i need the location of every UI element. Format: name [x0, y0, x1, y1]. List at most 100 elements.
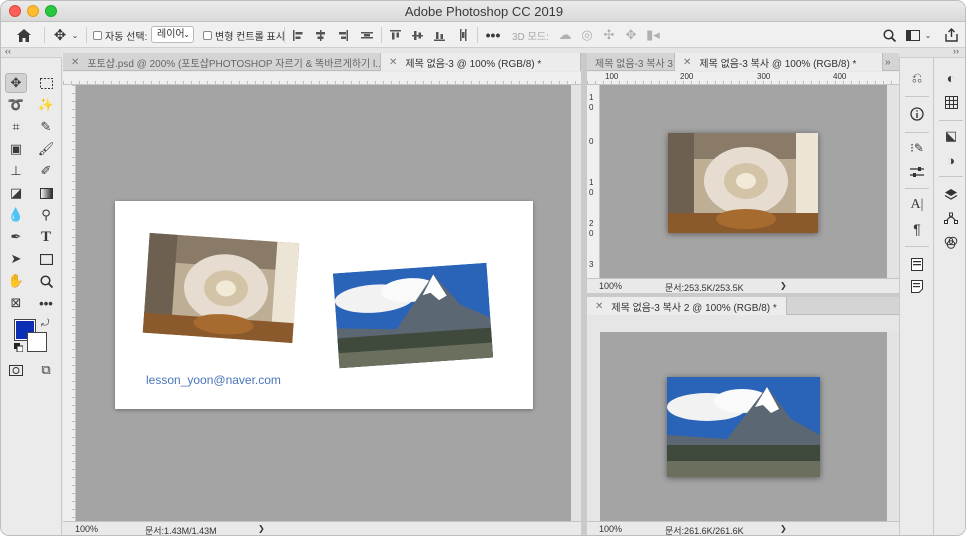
zoom-level[interactable]: 100%	[75, 524, 98, 534]
background-color-swatch[interactable]	[27, 332, 47, 352]
right-top-vertical-ruler[interactable]: 1 0 0 1 0 2 0 3	[587, 85, 600, 278]
ruler-tick-label: 1	[589, 178, 594, 187]
close-tab-icon[interactable]: ✕	[683, 57, 691, 68]
align-vertical-center-icon[interactable]	[410, 27, 424, 43]
edit-toolbar-icon[interactable]: •••	[35, 293, 57, 313]
right-top-horizontal-ruler[interactable]: 100 200 300 400	[587, 72, 899, 85]
auto-select-label: 자동 선택:	[105, 31, 148, 43]
layers-panel-icon[interactable]	[941, 184, 961, 204]
horizontal-ruler[interactable]	[63, 72, 581, 85]
align-right-icon[interactable]	[335, 27, 349, 43]
right-top-canvas-area[interactable]	[600, 85, 887, 278]
type-tool-button[interactable]: T	[35, 227, 57, 247]
healing-brush-tool-button[interactable]: ▣	[5, 139, 27, 159]
align-bottom-icon[interactable]	[432, 27, 446, 43]
quick-mask-icon[interactable]	[5, 360, 27, 380]
clone-stamp-tool-button[interactable]: ⊥	[5, 161, 27, 181]
right-bottom-scrollbar[interactable]	[887, 332, 899, 521]
vertical-ruler[interactable]	[63, 85, 76, 521]
transform-controls-checkbox[interactable]: 변형 컨트롤 표시	[203, 22, 285, 48]
overflow-icon: »	[885, 56, 891, 68]
properties-panel-icon[interactable]	[907, 254, 927, 274]
close-tab-icon[interactable]: ✕	[595, 301, 603, 312]
rectangle-tool-button[interactable]	[35, 249, 57, 269]
right-top-tab-bar: 제목 없음-3 복사 3 ✕ 제목 없음-3 복사 @ 100% (RGB/8) …	[587, 53, 899, 71]
distribute-icon[interactable]	[359, 27, 375, 43]
search-icon[interactable]	[880, 25, 898, 45]
paths-panel-icon[interactable]	[941, 208, 961, 228]
move-tool-icon[interactable]: ✥	[51, 25, 69, 45]
frame-tool-button[interactable]: ⊠	[5, 293, 27, 313]
tab-untitled-3-copy[interactable]: ✕ 제목 없음-3 복사 @ 100% (RGB/8) *	[675, 53, 883, 71]
eraser-tool-button[interactable]: ◪	[5, 183, 27, 203]
align-top-icon[interactable]	[388, 27, 402, 43]
info-panel-icon[interactable]	[907, 104, 927, 124]
status-menu-arrow[interactable]: ❯	[258, 524, 265, 533]
3d-roll-icon[interactable]: ◎	[578, 26, 596, 44]
color-panel-icon[interactable]: ◐	[941, 68, 961, 88]
libraries-panel-icon[interactable]: ⬕	[941, 126, 961, 146]
zoom-tool-button[interactable]	[35, 271, 57, 291]
default-colors-icon[interactable]	[14, 343, 24, 353]
notes-panel-icon[interactable]	[907, 276, 927, 296]
tab-overflow-button[interactable]: »	[883, 53, 899, 71]
align-horizontal-center-icon[interactable]	[313, 27, 327, 43]
right-top-status-bar: 100% 문서:253.5K/253.5K ❯	[587, 278, 899, 293]
tab-untitled-3-copy-3[interactable]: 제목 없음-3 복사 3	[587, 53, 675, 71]
panels-collapse-strip[interactable]: ››	[899, 46, 965, 58]
align-left-icon[interactable]	[291, 27, 305, 43]
history-panel-icon[interactable]: ⎌	[907, 68, 927, 88]
workspace-chevron-icon[interactable]: ⌄	[923, 25, 933, 45]
swatches-panel-icon[interactable]	[941, 92, 961, 112]
pen-tool-button[interactable]: ✒	[5, 227, 27, 247]
auto-select-dropdown[interactable]: 레이어 ⌄	[151, 26, 194, 43]
workspace-icon[interactable]	[904, 25, 922, 45]
toolbox-collapse-strip[interactable]: ‹‹	[1, 46, 62, 58]
3d-orbit-icon[interactable]: ☁	[556, 26, 574, 44]
marquee-tool-button[interactable]	[35, 73, 57, 93]
eyedropper-tool-button[interactable]: ✎	[35, 117, 57, 137]
left-canvas-area[interactable]: lesson_yoon@naver.com	[76, 85, 571, 521]
move-tool-button[interactable]: ✥	[5, 73, 27, 93]
brush-tool-button[interactable]: 🖌	[35, 139, 57, 159]
history-brush-tool-button[interactable]: ✐	[35, 161, 57, 181]
swap-colors-icon[interactable]: ⤾	[41, 318, 49, 329]
zoom-level[interactable]: 100%	[599, 524, 622, 534]
distribute-vertical-icon[interactable]	[455, 27, 471, 43]
tab-untitled-3[interactable]: ✕ 제목 없음-3 @ 100% (RGB/8) *	[381, 53, 581, 71]
blur-tool-button[interactable]: 💧	[5, 205, 27, 225]
crop-tool-button[interactable]: ⌗	[5, 117, 27, 137]
adjustments-sliders-icon[interactable]	[907, 162, 927, 182]
share-icon[interactable]	[941, 25, 961, 45]
brush-settings-icon[interactable]: ⁝✎	[907, 138, 927, 158]
close-tab-icon[interactable]: ✕	[389, 57, 397, 68]
3d-camera-icon[interactable]: ▮◂	[644, 26, 662, 44]
tab-photoshop-psd[interactable]: ✕ 포토샵.psd @ 200% (포토샵PHOTOSHOP 자르기 & 똑바르게…	[63, 53, 381, 71]
magic-wand-tool-button[interactable]: ✨	[35, 95, 57, 115]
auto-select-checkbox[interactable]: 자동 선택:	[93, 22, 147, 48]
zoom-level[interactable]: 100%	[599, 281, 622, 291]
right-top-scrollbar[interactable]	[887, 85, 899, 278]
more-options-icon[interactable]: •••	[484, 25, 502, 45]
3d-drag-icon[interactable]: ✣	[600, 26, 618, 44]
status-menu-arrow[interactable]: ❯	[780, 524, 787, 533]
tab-untitled-3-copy-2[interactable]: ✕ 제목 없음-3 복사 2 @ 100% (RGB/8) *	[587, 297, 787, 315]
paragraph-panel-icon[interactable]: ¶	[907, 219, 927, 239]
character-panel-icon[interactable]: A|	[907, 195, 927, 215]
home-icon[interactable]	[13, 25, 35, 45]
close-tab-icon[interactable]: ✕	[71, 57, 79, 68]
screen-mode-icon[interactable]: ⧉	[35, 360, 57, 380]
path-selection-tool-button[interactable]: ➤	[5, 249, 27, 269]
tool-preset-chevron-icon[interactable]: ⌄	[70, 25, 80, 45]
window-title: Adobe Photoshop CC 2019	[404, 4, 564, 19]
hand-tool-button[interactable]: ✋	[5, 271, 27, 291]
left-vertical-scrollbar[interactable]	[571, 85, 581, 521]
right-bottom-canvas-area[interactable]	[600, 332, 887, 521]
lasso-tool-button[interactable]: ➰	[5, 95, 27, 115]
status-menu-arrow[interactable]: ❯	[780, 281, 787, 290]
adjustments-panel-icon[interactable]: ◑	[941, 150, 961, 170]
channels-panel-icon[interactable]	[941, 232, 961, 252]
dodge-tool-button[interactable]: ⚲	[35, 205, 57, 225]
gradient-tool-button[interactable]	[35, 183, 57, 203]
3d-slide-icon[interactable]: ✥	[622, 26, 640, 44]
